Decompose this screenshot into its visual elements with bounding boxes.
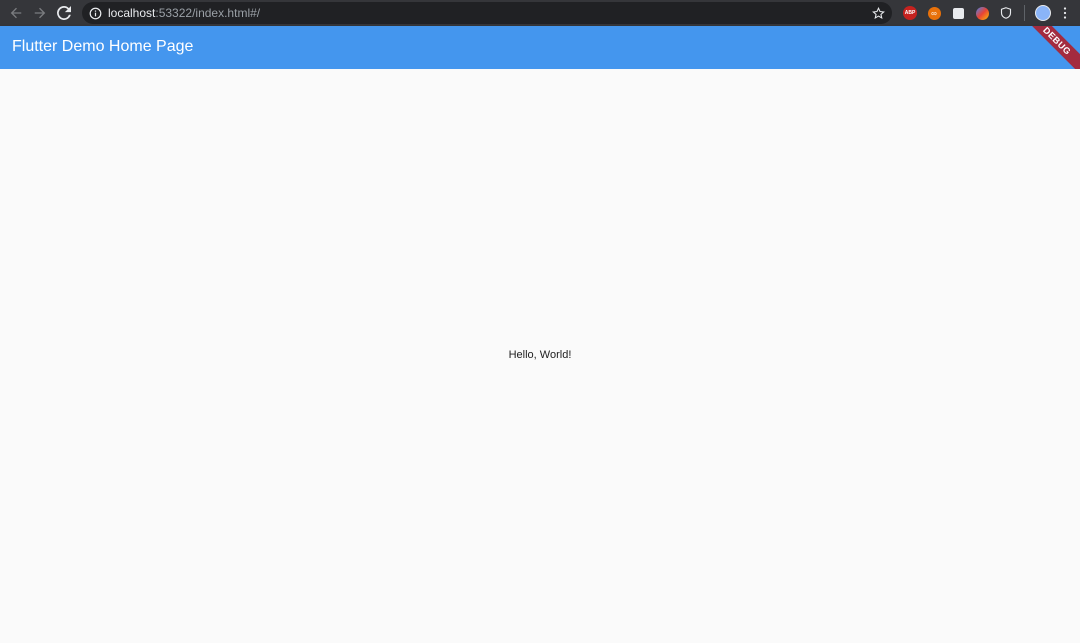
reload-icon[interactable] bbox=[52, 1, 76, 25]
shield-extension-icon[interactable] bbox=[994, 1, 1018, 25]
info-icon[interactable] bbox=[88, 6, 102, 20]
adblock-badge: ABP bbox=[903, 6, 917, 20]
hello-text: Hello, World! bbox=[508, 349, 572, 361]
address-bar[interactable]: localhost:53322/index.html#/ bbox=[82, 2, 892, 24]
globe-extension-icon[interactable] bbox=[970, 1, 994, 25]
back-arrow-icon[interactable] bbox=[4, 1, 28, 25]
forward-arrow-icon[interactable] bbox=[28, 1, 52, 25]
extensions-area: ABP ∞ bbox=[898, 0, 1075, 26]
browser-toolbar: localhost:53322/index.html#/ ABP ∞ bbox=[0, 0, 1080, 26]
url-text: localhost:53322/index.html#/ bbox=[108, 6, 260, 20]
adblock-extension-icon[interactable]: ABP bbox=[898, 1, 922, 25]
url-host: localhost bbox=[108, 6, 156, 20]
more-vert-icon[interactable] bbox=[1055, 1, 1075, 25]
star-icon[interactable] bbox=[870, 5, 886, 21]
profile-avatar[interactable] bbox=[1031, 1, 1055, 25]
page-title: Flutter Demo Home Page bbox=[12, 38, 194, 55]
url-path: :53322/index.html#/ bbox=[155, 6, 261, 20]
debug-banner: DEBUG bbox=[1021, 26, 1080, 69]
toolbar-divider bbox=[1024, 5, 1025, 21]
app-bar: Flutter Demo Home Page DEBUG bbox=[0, 26, 1080, 69]
box-extension-icon[interactable] bbox=[946, 1, 970, 25]
page-body: Hello, World! bbox=[0, 69, 1080, 643]
orange-extension-icon[interactable]: ∞ bbox=[922, 1, 946, 25]
